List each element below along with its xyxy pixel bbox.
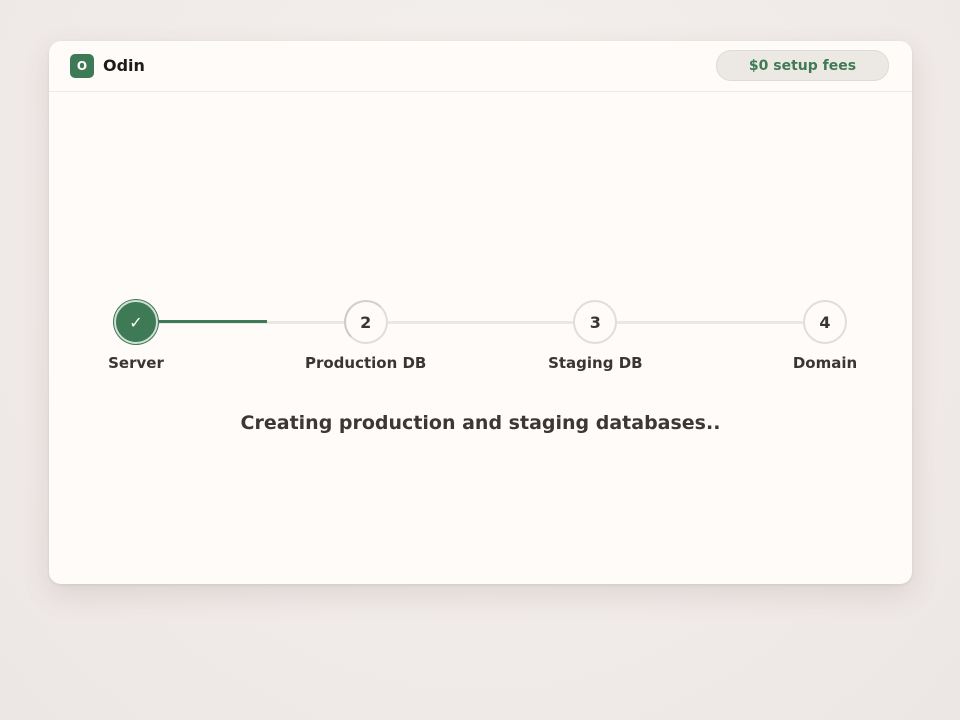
status-message: Creating production and staging database…	[240, 412, 721, 434]
setup-window: O Odin $0 setup fees ✓ Server 2 Producti…	[49, 41, 912, 584]
step-number: 2	[360, 312, 372, 332]
step-domain-label: Domain	[792, 354, 858, 372]
step-production-db-label: Production DB	[304, 354, 427, 372]
progress-stepper: ✓ Server 2 Production DB 3 Staging DB 4 …	[49, 41, 912, 441]
step-server-marker: ✓	[114, 300, 158, 344]
step-staging-db-marker: 3	[573, 300, 618, 344]
step-number: 4	[819, 312, 831, 332]
step-number: 3	[589, 312, 601, 332]
step-staging-db-label: Staging DB	[548, 354, 643, 372]
step-server-label: Server	[108, 354, 164, 372]
step-domain-marker: 4	[803, 300, 847, 344]
checkmark-icon: ✓	[129, 312, 143, 332]
step-production-db-marker: 2	[343, 300, 388, 344]
